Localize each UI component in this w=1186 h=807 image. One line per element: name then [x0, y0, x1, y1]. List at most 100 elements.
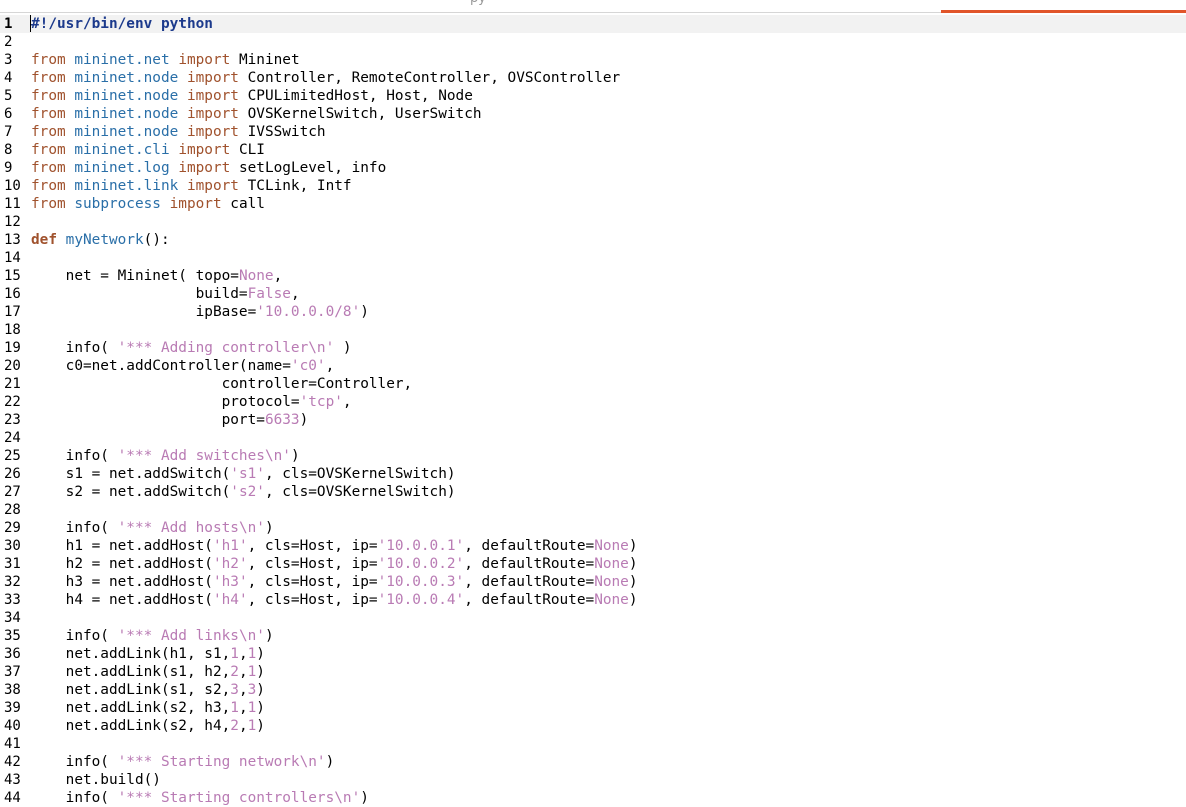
plain-token: Mininet	[230, 52, 300, 68]
string-token: '10.0.0.3'	[377, 574, 465, 590]
string-token: 'tcp'	[299, 394, 343, 410]
code-text: h4 = net.addHost('h4', cls=Host, ip='10.…	[31, 591, 638, 609]
code-line[interactable]: 12	[0, 213, 1186, 231]
code-line[interactable]: 24	[0, 429, 1186, 447]
line-number: 11	[4, 196, 21, 212]
number-token: 1	[247, 664, 257, 680]
code-line[interactable]: 17 ipBase='10.0.0.0/8')	[0, 303, 1186, 321]
active-tab-indicator[interactable]	[941, 10, 1186, 13]
number-token: 1	[247, 646, 257, 662]
code-line[interactable]: 9 from mininet.log import setLogLevel, in…	[0, 159, 1186, 177]
code-line[interactable]: 6 from mininet.node import OVSKernelSwitc…	[0, 105, 1186, 123]
code-line[interactable]: 13 def myNetwork():	[0, 231, 1186, 249]
code-line[interactable]: 38 net.addLink(s1, s2,3,3)	[0, 681, 1186, 699]
number-token: 1	[247, 718, 257, 734]
module-token: mininet.node	[74, 106, 179, 122]
plain-token: IVSSwitch	[238, 124, 326, 140]
number-token: 1	[230, 646, 239, 662]
line-number: 39	[4, 700, 21, 716]
code-line[interactable]: 35 info( '*** Add links\n')	[0, 627, 1186, 645]
code-line[interactable]: 19 info( '*** Adding controller\n' )	[0, 339, 1186, 357]
code-line[interactable]: 14	[0, 249, 1186, 267]
code-line[interactable]: 42 info( '*** Starting network\n')	[0, 753, 1186, 771]
number-token: 1	[247, 700, 257, 716]
plain-token: )	[256, 664, 265, 680]
code-line[interactable]: 36 net.addLink(h1, s1,1,1)	[0, 645, 1186, 663]
code-line[interactable]: 21 controller=Controller,	[0, 375, 1186, 393]
code-text: build=False,	[31, 285, 300, 303]
code-line[interactable]: 27 s2 = net.addSwitch('s2', cls=OVSKerne…	[0, 483, 1186, 501]
module-token: subprocess	[74, 196, 161, 212]
plain-token: )	[628, 592, 638, 608]
plain-token: net.addLink(s2, h4,	[31, 718, 231, 734]
keyword-token: from	[31, 106, 66, 122]
line-number: 15	[4, 268, 21, 284]
module-token: mininet.node	[74, 70, 179, 86]
code-line[interactable]: 44 info( '*** Starting controllers\n')	[0, 789, 1186, 807]
code-line[interactable]: 30 h1 = net.addHost('h1', cls=Host, ip='…	[0, 537, 1186, 555]
code-line[interactable]: 28	[0, 501, 1186, 519]
code-line[interactable]: 25 info( '*** Add switches\n')	[0, 447, 1186, 465]
code-line[interactable]: 11 from subprocess import call	[0, 195, 1186, 213]
string-token: 's1'	[230, 466, 265, 482]
plain-token: build=	[31, 286, 248, 302]
line-number: 12	[4, 214, 21, 230]
plain-token: ,	[273, 268, 283, 284]
code-line[interactable]: 23 port=6633)	[0, 411, 1186, 429]
code-line[interactable]: 43 net.build()	[0, 771, 1186, 789]
code-text: from mininet.node import IVSSwitch	[31, 123, 326, 141]
module-token: mininet.node	[74, 124, 179, 140]
plain-token: , cls=OVSKernelSwitch)	[264, 484, 456, 500]
plain-token: )	[256, 700, 265, 716]
code-line[interactable]: 32 h3 = net.addHost('h3', cls=Host, ip='…	[0, 573, 1186, 591]
code-line[interactable]: 31 h2 = net.addHost('h2', cls=Host, ip='…	[0, 555, 1186, 573]
code-text: #!/usr/bin/env python	[31, 15, 213, 33]
code-line[interactable]: 10 from mininet.link import TCLink, Intf	[0, 177, 1186, 195]
code-line[interactable]: 3 from mininet.net import Mininet	[0, 51, 1186, 69]
line-number: 30	[4, 538, 21, 554]
plain-token: protocol=	[31, 394, 300, 410]
code-line[interactable]: 37 net.addLink(s1, h2,2,1)	[0, 663, 1186, 681]
plain-token: Controller, RemoteController, OVSControl…	[238, 70, 621, 86]
line-number: 32	[4, 574, 21, 590]
escape-token: \n	[238, 628, 257, 644]
code-editor[interactable]: 1 #!/usr/bin/env python 2 3 from mininet.net…	[0, 14, 1186, 806]
line-number: 17	[4, 304, 21, 320]
code-line[interactable]: 2	[0, 33, 1186, 51]
plain-token: info(	[31, 790, 118, 806]
code-line[interactable]: 1 #!/usr/bin/env python	[0, 15, 1186, 33]
code-text: h2 = net.addHost('h2', cls=Host, ip='10.…	[31, 555, 638, 573]
code-line[interactable]: 41	[0, 735, 1186, 753]
code-text: port=6633)	[31, 411, 309, 429]
code-line[interactable]: 8 from mininet.cli import CLI	[0, 141, 1186, 159]
plain-token: , cls=OVSKernelSwitch)	[264, 466, 456, 482]
code-line[interactable]: 34	[0, 609, 1186, 627]
shebang-token: #!/usr/bin/env python	[31, 16, 213, 32]
plain-token: h4 = net.addHost(	[31, 592, 213, 608]
code-line[interactable]: 22 protocol='tcp',	[0, 393, 1186, 411]
code-line[interactable]: 4 from mininet.node import Controller, Re…	[0, 69, 1186, 87]
plain-token: )	[264, 520, 274, 536]
code-line[interactable]: 7 from mininet.node import IVSSwitch	[0, 123, 1186, 141]
code-line[interactable]: 15 net = Mininet( topo=None,	[0, 267, 1186, 285]
code-line[interactable]: 39 net.addLink(s2, h3,1,1)	[0, 699, 1186, 717]
code-line[interactable]: 26 s1 = net.addSwitch('s1', cls=OVSKerne…	[0, 465, 1186, 483]
code-line[interactable]: 33 h4 = net.addHost('h4', cls=Host, ip='…	[0, 591, 1186, 609]
text-cursor	[30, 15, 31, 32]
plain-token: , cls=Host, ip=	[247, 574, 378, 590]
code-line[interactable]: 29 info( '*** Add hosts\n')	[0, 519, 1186, 537]
code-line[interactable]: 16 build=False,	[0, 285, 1186, 303]
plain-token: net = Mininet( topo=	[31, 268, 239, 284]
line-number: 18	[4, 322, 21, 338]
code-line[interactable]: 5 from mininet.node import CPULimitedHost…	[0, 87, 1186, 105]
code-text: from mininet.node import OVSKernelSwitch…	[31, 105, 482, 123]
code-line[interactable]: 40 net.addLink(s2, h4,2,1)	[0, 717, 1186, 735]
code-line[interactable]: 20 c0=net.addController(name='c0',	[0, 357, 1186, 375]
line-number: 14	[4, 250, 21, 266]
code-line[interactable]: 18	[0, 321, 1186, 339]
code-text: from subprocess import call	[31, 195, 265, 213]
